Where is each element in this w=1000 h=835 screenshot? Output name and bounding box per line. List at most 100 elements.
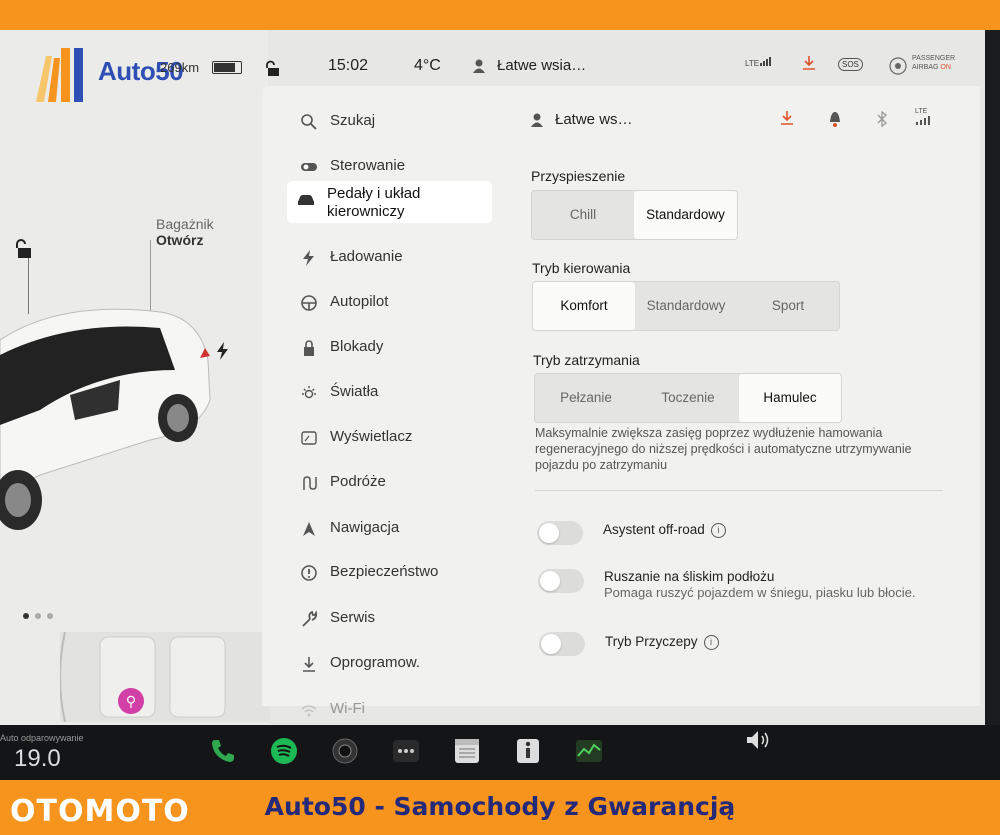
acceleration-option[interactable]: Standardowy xyxy=(634,191,737,239)
seat-occupant-icon[interactable]: ⚲ xyxy=(118,688,144,714)
car-image xyxy=(0,308,211,530)
steering-option[interactable]: Sport xyxy=(737,282,839,330)
menu-item-10[interactable]: Nawigacja xyxy=(290,511,495,547)
navigation-icon xyxy=(303,522,315,536)
menu-item-label: Ładowanie xyxy=(330,248,403,265)
toggle-icon xyxy=(301,163,317,171)
volume-icon[interactable] xyxy=(744,728,774,752)
airbag-label: AIRBAG xyxy=(912,64,939,71)
wifi-icon xyxy=(301,705,317,717)
seat-layout-icon xyxy=(59,631,226,723)
profile-name[interactable]: Łatwe wsia… xyxy=(497,57,586,74)
range-readout: 269km xyxy=(160,60,200,75)
steering-option[interactable]: Komfort xyxy=(533,282,635,330)
menu-item-4[interactable]: Ładowanie xyxy=(290,240,495,276)
open-lock-icon[interactable] xyxy=(15,238,37,260)
menu-item-3[interactable]: Pedały i układ kierowniczy xyxy=(287,181,492,223)
menu-item-label: Nawigacja xyxy=(330,519,400,536)
sos-icon[interactable]: SOS xyxy=(838,58,863,71)
info-icon[interactable]: i xyxy=(710,522,726,538)
menu-item-label: Wi-Fi xyxy=(330,700,365,717)
offroad-row: Asystent off-road i xyxy=(603,522,726,538)
car-icon xyxy=(298,195,314,205)
auto50-logo-icon xyxy=(36,48,83,102)
menu-item-12[interactable]: Serwis xyxy=(290,601,495,637)
slippery-start-description: Pomaga ruszyć pojazdem w śniegu, piasku … xyxy=(604,585,916,600)
menu-item-label: Szukaj xyxy=(330,112,376,129)
display-icon xyxy=(301,431,317,445)
search-icon xyxy=(301,114,317,130)
menu-item-label: Blokady xyxy=(330,338,384,355)
trunk-open-button[interactable]: Otwórz xyxy=(156,232,203,248)
bell-icon[interactable] xyxy=(828,110,842,128)
outside-temperature: 4°C xyxy=(414,57,441,74)
menu-item-5[interactable]: Autopilot xyxy=(290,285,495,321)
odometer-label: Auto odparowywanie xyxy=(0,733,84,743)
menu-item-label: Oprogramow. xyxy=(330,654,421,671)
acceleration-option[interactable]: Chill xyxy=(532,191,634,239)
profile-icon[interactable] xyxy=(472,58,486,74)
menu-item-label: Światła xyxy=(330,383,379,400)
trailer-mode-toggle[interactable] xyxy=(539,632,585,656)
acceleration-selector: Chill Standardowy xyxy=(531,190,738,240)
taskbar xyxy=(0,725,1000,780)
offroad-label: Asystent off-road xyxy=(603,522,705,537)
download-icon[interactable] xyxy=(780,110,794,126)
menu-item-14[interactable]: Wi-Fi xyxy=(290,692,495,728)
page-indicator[interactable] xyxy=(22,612,62,620)
bolt-icon xyxy=(303,250,314,266)
seat-map[interactable] xyxy=(59,631,270,723)
stopping-option[interactable]: Pełzanie xyxy=(535,374,637,422)
steering-mode-selector: Komfort Standardowy Sport xyxy=(532,281,840,331)
menu-item-8[interactable]: Wyświetlacz xyxy=(290,420,495,456)
camera-icon[interactable] xyxy=(330,736,360,766)
manual-icon[interactable] xyxy=(513,736,543,766)
menu-item-label: Serwis xyxy=(330,609,376,626)
trailer-mode-row: Tryb Przyczepy i xyxy=(605,634,719,650)
sun-icon xyxy=(302,386,316,399)
phone-icon[interactable] xyxy=(208,736,238,766)
more-icon[interactable] xyxy=(391,736,421,766)
settings-profile-name[interactable]: Łatwe ws… xyxy=(555,111,633,128)
energy-icon[interactable] xyxy=(574,736,604,766)
bluetooth-icon[interactable] xyxy=(876,110,888,128)
menu-item-2[interactable]: Sterowanie xyxy=(290,149,495,185)
info-icon[interactable]: i xyxy=(703,634,719,650)
offroad-toggle[interactable] xyxy=(537,521,583,545)
menu-item-6[interactable]: Blokady xyxy=(290,330,495,366)
menu-item-9[interactable]: Podróże xyxy=(290,465,495,501)
odometer-value: 19.0 xyxy=(14,745,61,772)
download-icon[interactable] xyxy=(802,55,816,71)
trunk-label: Bagażnik xyxy=(156,216,214,232)
profile-icon[interactable] xyxy=(530,112,544,128)
stopping-mode-title: Tryb zatrzymania xyxy=(533,352,640,368)
acceleration-title: Przyspieszenie xyxy=(531,168,626,184)
calendar-icon[interactable] xyxy=(452,736,482,766)
menu-item-13[interactable]: Oprogramow. xyxy=(290,646,495,682)
lte-signal-icon: LTE xyxy=(915,108,931,127)
unlock-icon[interactable] xyxy=(266,60,282,78)
slippery-start-toggle[interactable] xyxy=(538,569,584,593)
lte-signal-icon: LTE xyxy=(745,56,773,68)
menu-item-7[interactable]: Światła xyxy=(290,375,495,411)
trailer-mode-label: Tryb Przyczepy xyxy=(605,634,698,649)
menu-item-1[interactable]: Szukaj xyxy=(290,104,495,140)
menu-item-11[interactable]: Bezpieczeństwo xyxy=(290,555,495,591)
stopping-option[interactable]: Toczenie xyxy=(637,374,739,422)
wrench-icon xyxy=(302,610,318,627)
stopping-option[interactable]: Hamulec xyxy=(739,374,841,422)
menu-item-label: Wyświetlacz xyxy=(330,428,413,445)
passenger-airbag-indicator: PASSENGER AIRBAG ON xyxy=(888,54,968,78)
lock-icon xyxy=(304,340,314,356)
spotify-icon[interactable] xyxy=(269,736,299,766)
dealer-slogan: Auto50 - Samochody z Gwarancją xyxy=(264,792,736,821)
steering-wheel-icon xyxy=(301,295,317,311)
menu-item-label: Autopilot xyxy=(330,293,389,310)
clock: 15:02 xyxy=(328,57,369,74)
steering-option[interactable]: Standardowy xyxy=(635,282,737,330)
warning-icon xyxy=(301,565,317,581)
top-frame-bar xyxy=(0,0,1000,30)
route-icon xyxy=(303,476,317,490)
stopping-mode-description: Maksymalnie zwiększa zasięg poprzez wydł… xyxy=(535,426,912,472)
download-icon xyxy=(303,657,315,672)
